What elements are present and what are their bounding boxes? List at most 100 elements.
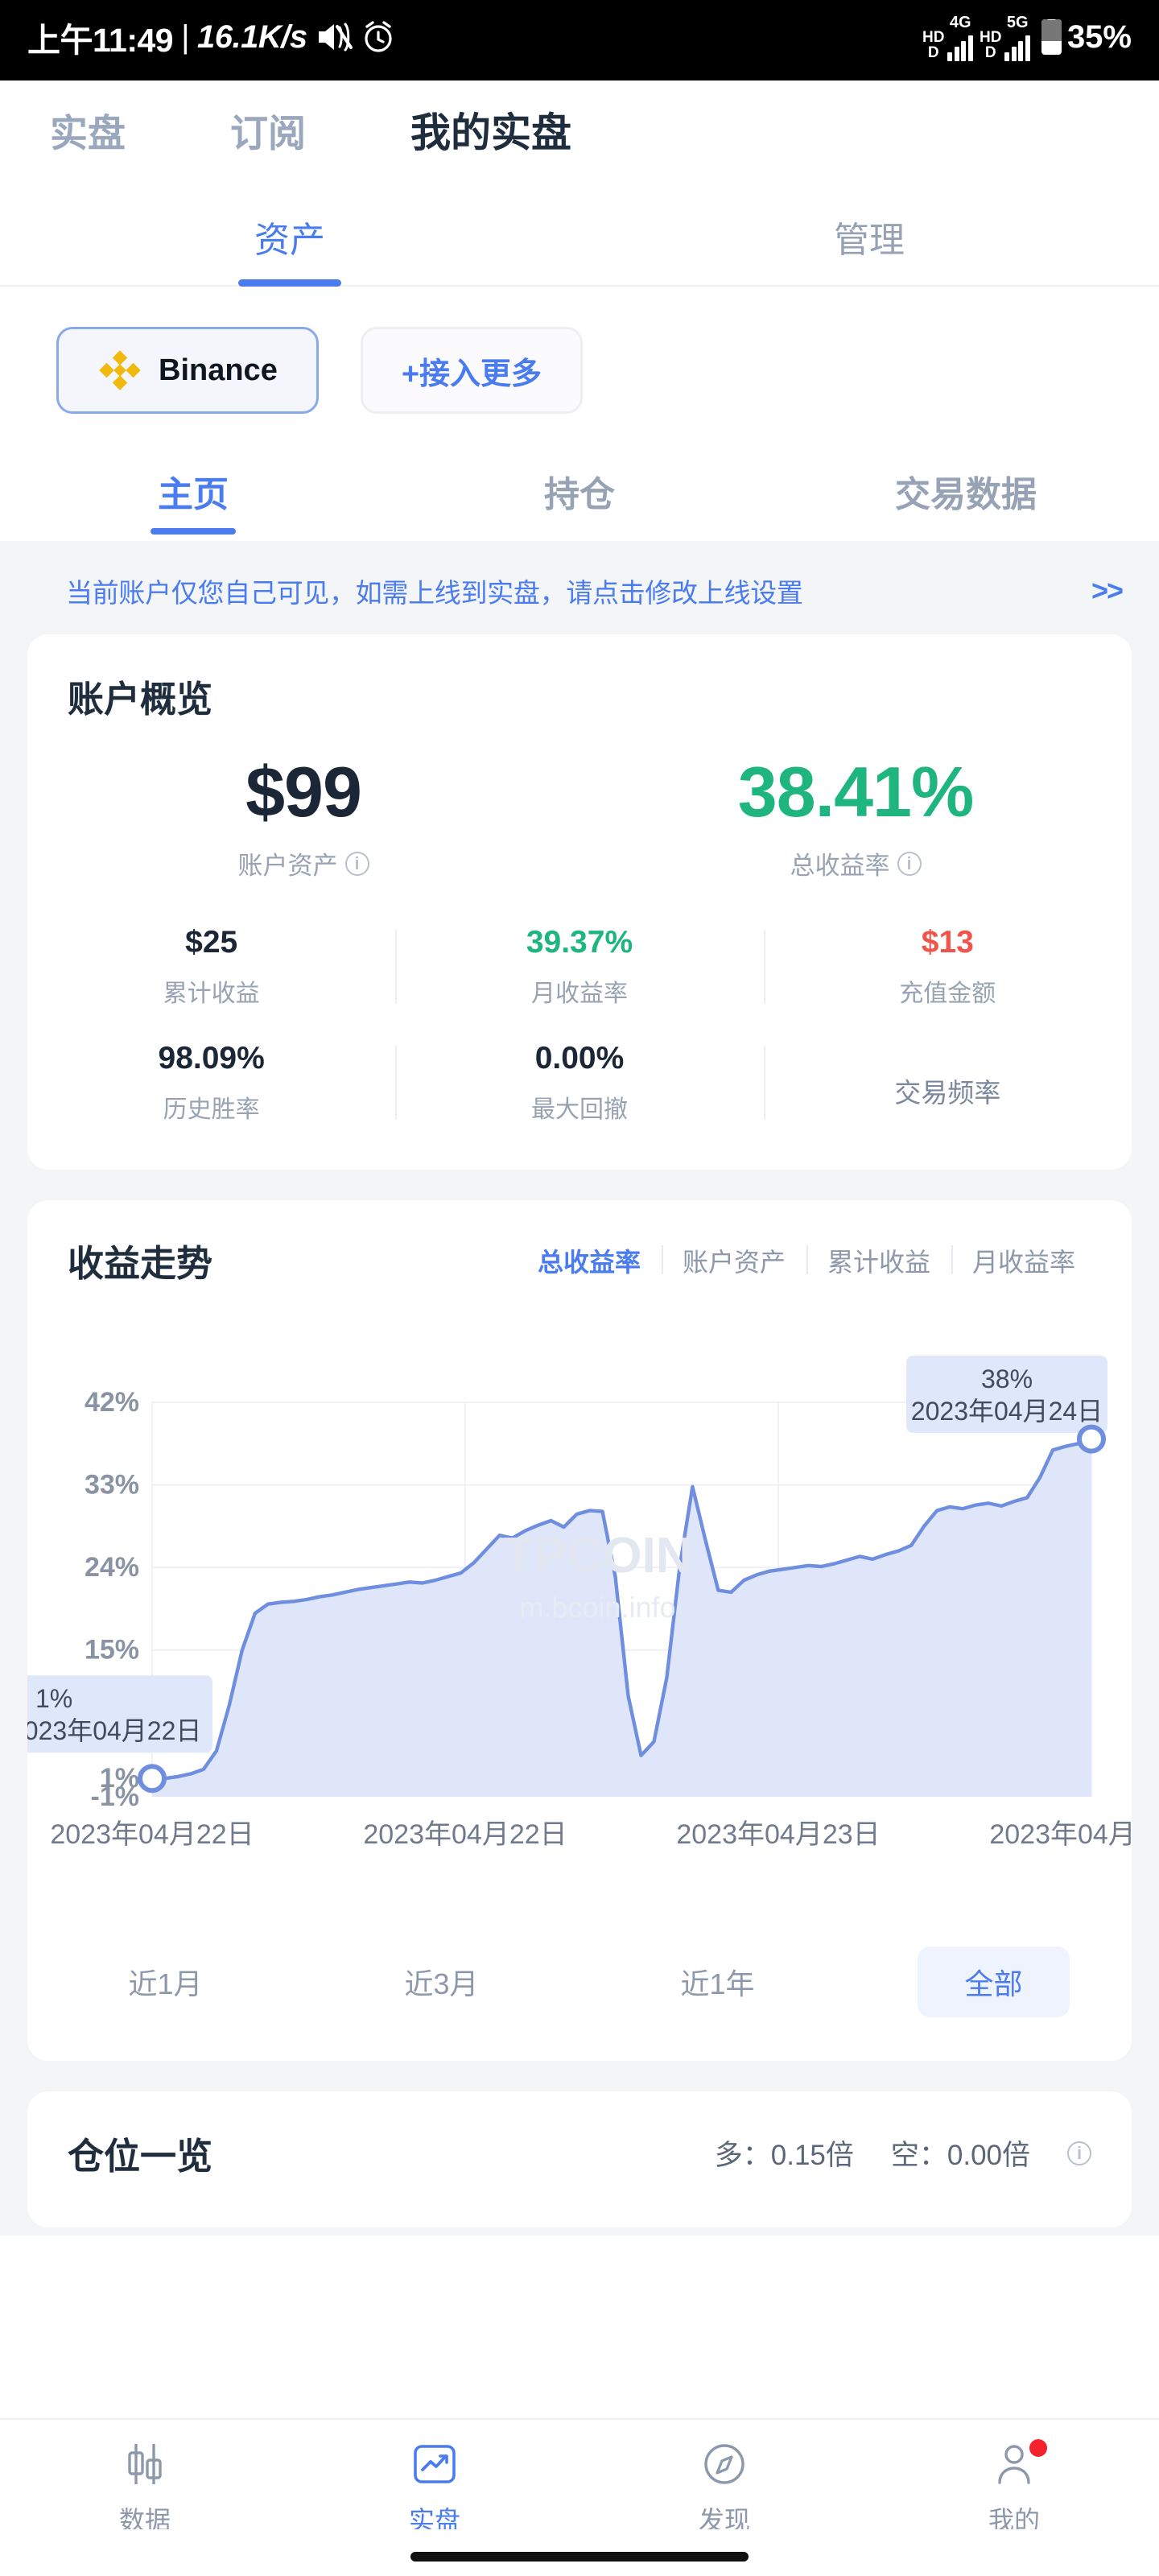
trend-chart-icon: [412, 2441, 457, 2487]
notice-more-link[interactable]: >>: [1091, 574, 1124, 608]
max-drawdown-label: 最大回撤: [530, 1096, 628, 1124]
svg-text:2023年04月24日: 2023年04月24日: [911, 1397, 1103, 1426]
positions-title: 仓位一览: [68, 2136, 213, 2178]
tab-bar-item-shipan[interactable]: 实盘: [290, 2441, 580, 2537]
status-separator: |: [181, 19, 189, 55]
range-3m-label: 近3月: [404, 1967, 479, 2001]
profit-chart-plot-area[interactable]: TPCOIN m.bcoin.info 42% 33% 24% 15% 1% -1% 2023年…: [27, 1314, 1132, 1926]
account-assets-label-text: 账户资产: [237, 852, 338, 881]
win-rate-value: 98.09%: [158, 1041, 265, 1076]
tab-bar-item-data[interactable]: 数据: [0, 2441, 290, 2537]
battery-percent: 35%: [1066, 19, 1132, 55]
account-metrics-row-1: $25 累计收益 39.37% 月收益率 $13 充值金额: [27, 881, 1132, 1017]
metric-cumulative-profit: $25 累计收益: [27, 925, 395, 1009]
svg-text:m.bcoin.info: m.bcoin.info: [519, 1591, 675, 1624]
exchange-chips: Binance +接入更多: [0, 287, 1159, 448]
svg-text:38%: 38%: [981, 1364, 1033, 1393]
account-primary-metrics: $99 账户资产 i 38.41% 总收益率 i: [27, 722, 1132, 881]
subtab-positions[interactable]: 持仓: [386, 448, 773, 541]
chart-range-buttons: 近1月 近3月 近1年 全部: [27, 1926, 1132, 2061]
positions-meta: 多：0.15倍 空：0.00倍 i: [715, 2132, 1091, 2174]
account-metrics-row-2: 98.09% 历史胜率 0.00% 最大回撤 交易频率: [27, 1017, 1132, 1170]
person-icon: [992, 2439, 1047, 2487]
content-body: 当前账户仅您自己可见，如需上线到实盘，请点击修改上线设置 >> 账户概览 $99…: [0, 541, 1159, 2236]
total-return-value: 38.41%: [737, 752, 974, 832]
total-return-label: 总收益率 i: [790, 845, 922, 881]
battery-indicator: 35%: [1041, 19, 1132, 56]
chart-tab-account-assets[interactable]: 账户资产: [661, 1242, 806, 1279]
sim2-indicator: HD D 5G: [980, 14, 1030, 61]
sim2-hd-label: HD D: [979, 29, 1002, 61]
chart-tab-total-return[interactable]: 总收益率: [517, 1242, 662, 1279]
metric-monthly-return: 39.37% 月收益率: [395, 925, 763, 1009]
tab-bar-item-mine[interactable]: 我的: [869, 2439, 1159, 2537]
deposit-amount-label: 充值金额: [899, 980, 996, 1008]
positions-overview-card[interactable]: 仓位一览 多：0.15倍 空：0.00倍 i: [27, 2091, 1132, 2228]
trade-frequency-label: 交易频率: [894, 1078, 1001, 1108]
chart-tab-cumulative-profit[interactable]: 累计收益: [806, 1242, 951, 1279]
chart-tab-monthly-return[interactable]: 月收益率: [951, 1242, 1096, 1279]
app-root: 实盘 订阅 我的实盘 资产 管理 Binance +接入更多 主页 持仓 交易数…: [0, 80, 1159, 2576]
top-nav-item-shipan[interactable]: 实盘: [50, 102, 126, 158]
cumulative-profit-value: $25: [185, 925, 238, 960]
svg-text:TPCOIN: TPCOIN: [503, 1528, 691, 1583]
range-button-3m[interactable]: 近3月: [303, 1946, 580, 2017]
tab-manage[interactable]: 管理: [580, 179, 1159, 285]
svg-text:15%: 15%: [85, 1635, 139, 1666]
svg-text:2023年04月22日: 2023年04月22日: [27, 1716, 201, 1745]
range-button-all[interactable]: 全部: [856, 1946, 1132, 2018]
top-nav: 实盘 订阅 我的实盘: [0, 80, 1159, 179]
battery-icon: [1041, 19, 1062, 55]
sim1-indicator: HD D 4G: [922, 14, 973, 61]
range-button-1m[interactable]: 近1月: [27, 1946, 303, 2017]
binance-logo-icon: [97, 348, 142, 393]
profit-chart-title: 收益走势: [68, 1243, 213, 1285]
network-speed: 16.1K/s: [197, 19, 307, 55]
tab-assets[interactable]: 资产: [0, 179, 580, 285]
status-bar-right: HD D 4G HD D 5G 35%: [922, 14, 1132, 61]
tab-bar-item-discover[interactable]: 发现: [580, 2441, 869, 2537]
range-1m-label: 近1月: [128, 1967, 203, 2001]
svg-text:42%: 42%: [85, 1387, 139, 1418]
top-nav-item-my-shipan[interactable]: 我的实盘: [410, 101, 571, 159]
status-time: 上午11:49: [27, 22, 174, 59]
add-exchange-button[interactable]: +接入更多: [360, 327, 584, 414]
exchange-chip-label: Binance: [159, 353, 278, 387]
subtab-trade-data[interactable]: 交易数据: [773, 448, 1159, 541]
compass-icon: [702, 2441, 747, 2487]
visibility-notice-banner[interactable]: 当前账户仅您自己可见，如需上线到实盘，请点击修改上线设置 >>: [0, 541, 1159, 634]
win-rate-label: 历史胜率: [163, 1096, 260, 1124]
status-bar-left: 上午11:49 | 16.1K/s: [27, 13, 396, 61]
monthly-return-label: 月收益率: [530, 980, 628, 1008]
deposit-amount-value: $13: [921, 925, 974, 960]
subtab-home[interactable]: 主页: [0, 448, 386, 541]
metric-account-assets: $99 账户资产 i: [27, 754, 580, 881]
sim1-hd-label: HD D: [922, 29, 945, 61]
top-nav-item-dingyue[interactable]: 订阅: [230, 102, 306, 158]
info-icon[interactable]: i: [897, 851, 922, 876]
metric-max-drawdown: 0.00% 最大回撤: [395, 1041, 763, 1125]
exchange-chip-binance[interactable]: Binance: [56, 327, 319, 414]
svg-text:33%: 33%: [85, 1470, 139, 1501]
range-1y-label: 近1年: [680, 1967, 755, 2001]
total-return-label-text: 总收益率: [790, 852, 890, 881]
info-icon[interactable]: i: [344, 851, 369, 876]
range-all-label: 全部: [918, 1946, 1070, 2018]
sim2-network-label: 5G: [1006, 13, 1029, 31]
metric-total-return: 38.41% 总收益率 i: [580, 754, 1132, 881]
svg-text:2023年04月22日: 2023年04月22日: [50, 1819, 254, 1850]
profit-chart-svg: TPCOIN m.bcoin.info 42% 33% 24% 15% 1% -1% 2023年…: [27, 1356, 1132, 1850]
svg-text:1%: 1%: [35, 1684, 72, 1713]
range-button-1y[interactable]: 近1年: [580, 1946, 856, 2017]
profit-chart-tabs: 总收益率 账户资产 累计收益 月收益率: [517, 1242, 1096, 1279]
svg-text:2023年04月24日: 2023年04月24日: [989, 1819, 1132, 1850]
mute-icon: [316, 20, 353, 54]
account-overview-title: 账户概览: [68, 679, 213, 720]
segment-tabs: 资产 管理: [0, 179, 1159, 287]
metric-trade-frequency: 交易频率: [763, 1041, 1132, 1125]
sim1-network-label: 4G: [949, 13, 971, 31]
info-icon[interactable]: i: [1067, 2140, 1091, 2165]
alarm-icon: [361, 19, 396, 55]
svg-text:24%: 24%: [85, 1552, 139, 1583]
sim1-network: 4G: [947, 14, 973, 61]
